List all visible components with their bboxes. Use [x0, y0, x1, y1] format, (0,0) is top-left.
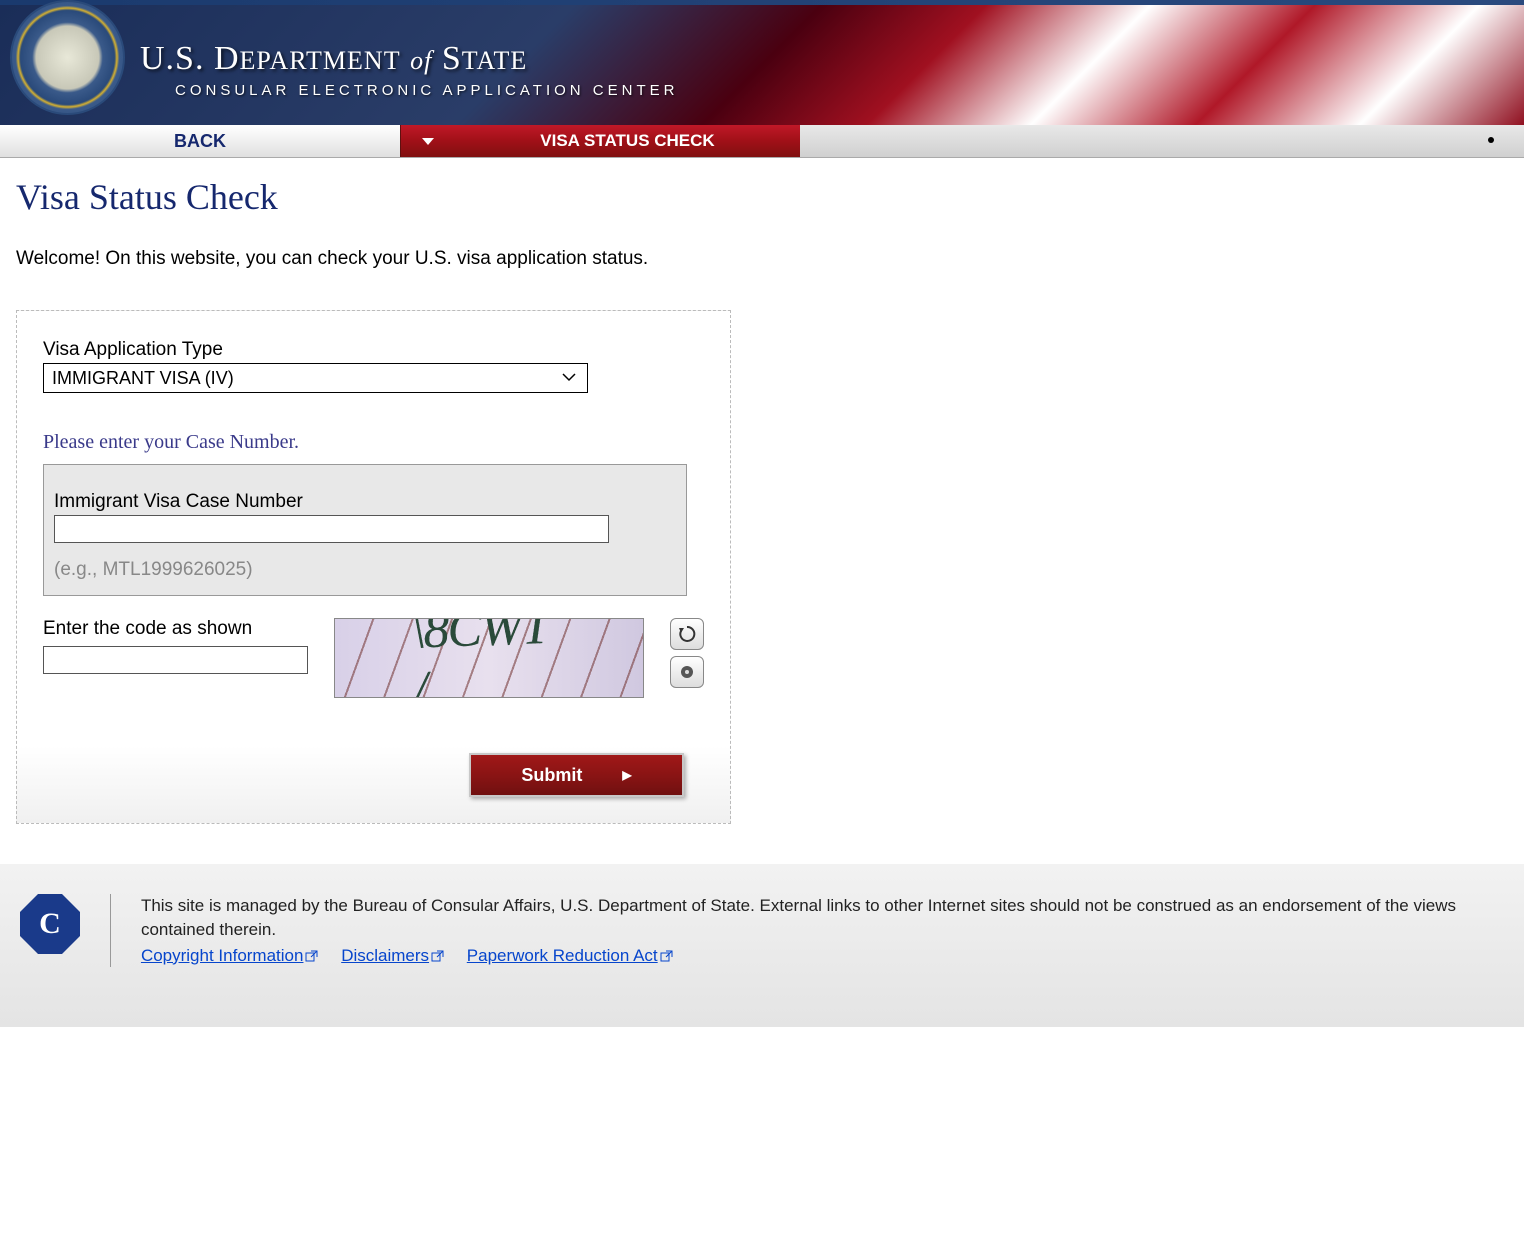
submit-label: Submit	[521, 765, 582, 786]
ceac-subtitle: CONSULAR ELECTRONIC APPLICATION CENTER	[175, 82, 678, 99]
app-type-label: Visa Application Type	[43, 339, 704, 361]
external-link-icon	[431, 950, 444, 963]
header-text-block: U.S. DEPARTMENT of STATE CONSULAR ELECTR…	[140, 40, 678, 99]
captcha-refresh-button[interactable]	[670, 618, 704, 650]
app-type-select[interactable]: IMMIGRANT VISA (IV)	[43, 363, 588, 393]
external-link-icon	[660, 950, 673, 963]
submit-button[interactable]: Submit ▶	[469, 753, 684, 797]
nav-back-label: BACK	[174, 131, 226, 152]
paperwork-link-label: Paperwork Reduction Act	[467, 946, 658, 965]
footer-links: Copyright Information Disclaimers Paperw…	[141, 944, 1504, 968]
copyright-link[interactable]: Copyright Information	[141, 946, 319, 965]
chevron-down-icon	[561, 369, 577, 387]
nav-dot-icon	[1488, 137, 1494, 143]
nav-spacer	[800, 125, 1524, 157]
captcha-audio-button[interactable]	[670, 656, 704, 688]
nav-tab-visa-status-check[interactable]: VISA STATUS CHECK	[455, 125, 800, 157]
disclaimers-link[interactable]: Disclaimers	[341, 946, 444, 965]
case-number-input[interactable]	[54, 515, 609, 543]
navbar: BACK VISA STATUS CHECK	[0, 125, 1524, 158]
dept-prefix: U.S. D	[140, 40, 240, 77]
app-type-value: IMMIGRANT VISA (IV)	[52, 368, 234, 389]
form-panel: Visa Application Type IMMIGRANT VISA (IV…	[16, 310, 731, 824]
refresh-icon	[677, 624, 697, 644]
footer-text-block: This site is managed by the Bureau of Co…	[141, 894, 1504, 967]
copyright-link-label: Copyright Information	[141, 946, 304, 965]
page-title: Visa Status Check	[16, 176, 1508, 218]
nav-back-button[interactable]: BACK	[0, 125, 400, 157]
header-banner: U.S. DEPARTMENT of STATE CONSULAR ELECTR…	[0, 0, 1524, 125]
arrow-right-icon: ▶	[622, 768, 631, 782]
dept-of: of	[410, 46, 432, 75]
external-link-icon	[305, 950, 318, 963]
captcha-row: Enter the code as shown \8CWT /	[43, 618, 704, 698]
submit-row: Submit ▶	[43, 753, 704, 797]
nav-dropdown-toggle[interactable]	[400, 125, 455, 157]
department-title: U.S. DEPARTMENT of STATE	[140, 40, 678, 78]
nav-active-label: VISA STATUS CHECK	[540, 131, 714, 151]
case-number-example: (e.g., MTL1999626025)	[54, 559, 676, 581]
case-number-group: Immigrant Visa Case Number (e.g., MTL199…	[43, 464, 687, 596]
consular-badge-icon	[20, 894, 80, 954]
chevron-down-icon	[421, 136, 435, 146]
dept-mid: EPARTMENT	[240, 46, 401, 75]
dept-suffix-rest: TATE	[462, 46, 527, 75]
case-number-label: Immigrant Visa Case Number	[54, 491, 676, 513]
footer-disclaimer: This site is managed by the Bureau of Co…	[141, 896, 1456, 939]
content-area: Visa Status Check Welcome! On this websi…	[0, 158, 1524, 864]
state-dept-seal-icon	[10, 0, 125, 115]
disclaimers-link-label: Disclaimers	[341, 946, 429, 965]
welcome-text: Welcome! On this website, you can check …	[16, 248, 1508, 270]
speaker-icon	[677, 662, 697, 682]
footer: This site is managed by the Bureau of Co…	[0, 864, 1524, 1027]
captcha-label: Enter the code as shown	[43, 618, 308, 640]
dept-suffix-s: S	[442, 40, 462, 77]
captcha-input[interactable]	[43, 646, 308, 674]
captcha-image: \8CWT /	[334, 618, 644, 698]
captcha-image-text: \8CWT /	[410, 618, 568, 698]
paperwork-link[interactable]: Paperwork Reduction Act	[467, 946, 673, 965]
footer-divider	[110, 894, 111, 967]
case-instruction: Please enter your Case Number.	[43, 431, 704, 454]
